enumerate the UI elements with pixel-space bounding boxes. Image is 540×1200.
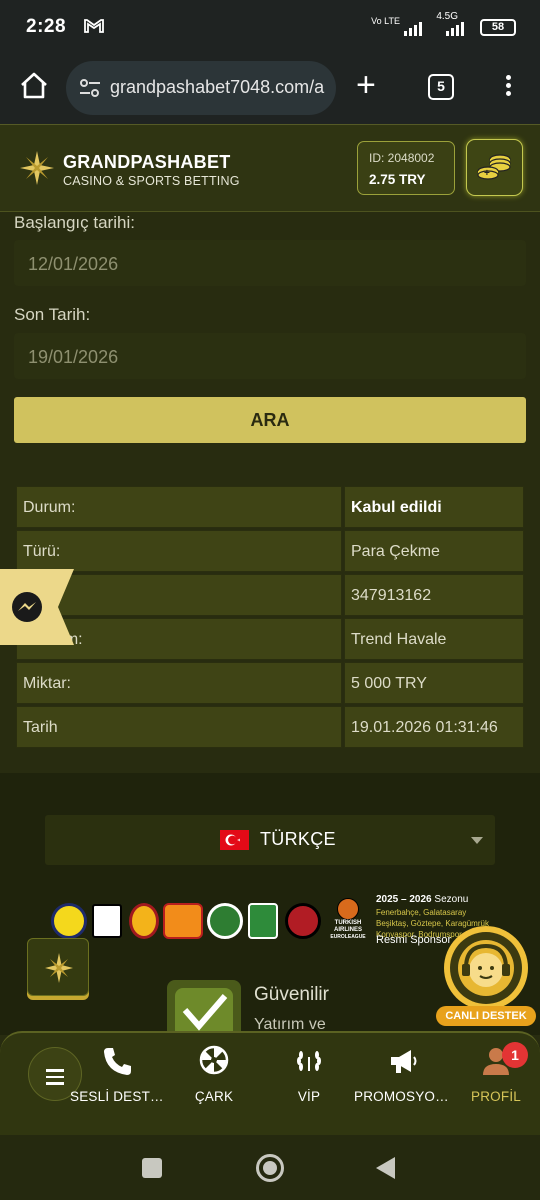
browser-toolbar: grandpashabet7048.com/a + 5 [0,56,540,124]
account-id: ID: 2048002 [369,151,435,165]
brand-name[interactable]: GRANDPASHABET [63,152,231,173]
detail-value: Trend Havale [344,618,524,660]
nav-wheel[interactable]: ÇARK [166,1045,262,1104]
detail-value: Para Çekme [344,530,524,572]
url-text: grandpashabet7048.com/a [110,77,325,97]
bodrumspor-logo-icon [248,903,278,939]
search-button[interactable]: ARA [14,397,526,443]
nav-label: ÇARK [194,1089,234,1104]
signal-icon-2 [446,20,470,41]
account-balance: 2.75 TRY [369,172,426,187]
account-info[interactable]: ID: 2048002 2.75 TRY [357,141,455,195]
battery-icon: 58 [480,19,516,36]
bottom-navigation: SESLİ DESTEK ÇARK VİP PROMOSYONLAR PROFİ… [0,1031,540,1135]
table-row: ID: 347913162 [16,574,524,616]
nav-label: PROFİL [471,1089,521,1104]
transaction-history: Başlangıç tarihi: 12/01/2026 Son Tarih: … [0,213,540,773]
turkish-airlines-euroleague-logo: TURKISH AIRLINES EUROLEAGUE [328,898,368,942]
detail-value: 19.01.2026 01:31:46 [344,706,524,748]
site-settings-icon[interactable] [78,77,102,99]
brand-tagline: CASINO & SPORTS BETTING [63,174,240,188]
status-bar: 2:28 Vo LTE 4.5G 58 [0,0,540,56]
table-row: Miktar: 5 000 TRY [16,662,524,704]
nav-label: PROMOSYONLAR [354,1089,452,1104]
signal-icon [404,20,428,41]
system-navigation-bar [0,1135,540,1200]
besiktas-logo-icon [92,904,122,938]
nav-label: VİP [297,1089,321,1104]
coins-icon: + [477,154,511,180]
wheel-icon [166,1045,262,1081]
end-date-label: Son Tarih: [14,305,91,324]
table-row: Türü: Para Çekme [16,530,524,572]
goztepe-logo-icon [163,903,203,939]
detail-value: Kabul edildi [344,486,524,528]
live-support-button[interactable]: CANLI DESTEK [436,924,536,1034]
back-icon[interactable] [376,1157,395,1179]
address-bar[interactable]: grandpashabet7048.com/a [66,61,336,115]
tab-switcher-button[interactable]: 5 [428,74,454,100]
new-tab-icon[interactable]: + [356,68,376,102]
volte-label: Vo LTE [371,16,400,26]
headset-agent-icon [444,926,528,1010]
live-support-label: CANLI DESTEK [436,1006,536,1026]
karagumruk-logo-icon [285,903,321,939]
messenger-button[interactable] [0,569,74,645]
notification-badge: 1 [502,1042,528,1068]
megaphone-icon [354,1045,452,1081]
language-select[interactable]: TÜRKÇE [45,815,495,865]
laurel-icon [261,1045,357,1081]
status-time: 2:28 [26,16,67,37]
table-row: Yöntem: Trend Havale [16,618,524,660]
end-date-input[interactable]: 19/01/2026 [14,333,526,379]
detail-key: Durum: [16,486,342,528]
fenerbahce-logo-icon [51,903,87,939]
detail-value: 5 000 TRY [344,662,524,704]
galatasaray-logo-icon [129,903,159,939]
start-date-label: Başlangıç tarihi: [14,213,135,232]
site-header: GRANDPASHABET CASINO & SPORTS BETTING ID… [0,124,540,212]
start-date-input[interactable]: 12/01/2026 [14,240,526,286]
recent-apps-icon[interactable] [142,1158,162,1178]
home-button-icon[interactable] [256,1154,284,1182]
star-logo-tile[interactable] [27,938,89,996]
home-icon[interactable] [14,66,54,106]
deposit-coins-button[interactable]: + [466,139,523,196]
chevron-down-icon [471,837,483,844]
phone-icon [70,1045,166,1081]
star-logo-icon[interactable] [18,149,56,187]
detail-key: Miktar: [16,662,342,704]
svg-text:+: + [484,168,490,179]
turkey-flag-icon [220,830,249,850]
language-label: TÜRKÇE [260,829,336,849]
gmail-icon [84,18,104,39]
sponsor-season: 2025 – 2026 Sezonu [376,894,469,905]
more-menu-icon[interactable] [498,72,518,104]
nav-label: SESLİ DESTEK [70,1089,166,1104]
trust-title: Güvenilir [254,984,329,1005]
table-row: Tarih 19.01.2026 01:31:46 [16,706,524,748]
nav-vip[interactable]: VİP [261,1045,357,1104]
nav-voice-support[interactable]: SESLİ DESTEK [70,1045,166,1104]
detail-value: 347913162 [344,574,524,616]
detail-key: Tarih [16,706,342,748]
konyaspor-logo-icon [207,903,243,939]
nav-promotions[interactable]: PROMOSYONLAR [354,1045,452,1104]
detail-key: Türü: [16,530,342,572]
table-row: Durum: Kabul edildi [16,486,524,528]
